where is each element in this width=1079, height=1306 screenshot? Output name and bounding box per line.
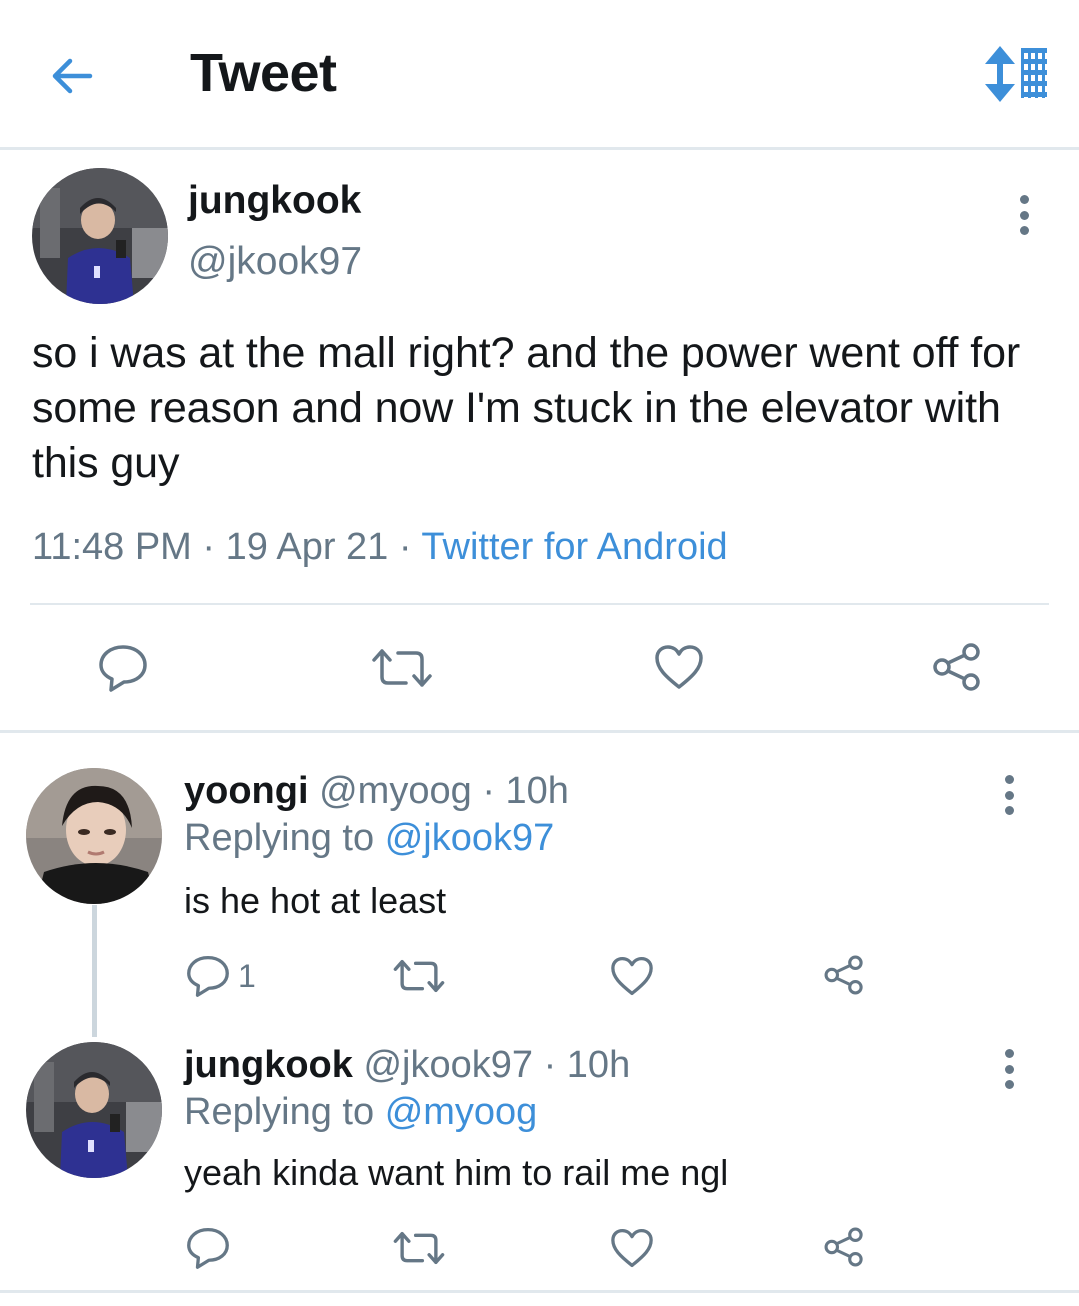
replying-label: Replying to xyxy=(184,1091,375,1133)
reply-icon xyxy=(187,1227,229,1269)
reply-button[interactable] xyxy=(186,1227,230,1269)
meta-separator: · xyxy=(482,770,495,812)
back-button[interactable] xyxy=(40,44,104,108)
like-button[interactable] xyxy=(610,956,654,996)
share-icon xyxy=(933,643,980,691)
avatar-photo xyxy=(26,1042,162,1178)
reply-header: jungkook @jkook97 · 10h xyxy=(184,1044,630,1087)
like-icon xyxy=(611,956,653,996)
more-options-button[interactable] xyxy=(1010,193,1038,237)
replying-to: Replying to @jkook97 xyxy=(184,817,554,860)
more-options-button[interactable] xyxy=(995,773,1023,817)
share-button[interactable] xyxy=(822,954,866,996)
tweet-source-link[interactable]: Twitter for Android xyxy=(421,526,727,568)
reply-author-name[interactable]: yoongi xyxy=(184,770,309,812)
reply-button[interactable]: 1 xyxy=(186,955,256,997)
reply-icon xyxy=(99,645,147,692)
avatar-photo xyxy=(26,768,162,904)
page-title: Tweet xyxy=(190,43,337,103)
sort-icon xyxy=(985,46,1047,102)
dot xyxy=(1004,1064,1014,1074)
sort-button[interactable] xyxy=(980,42,1052,108)
tweet-time: 11:48 PM xyxy=(32,526,192,568)
reply-text: yeah kinda want him to rail me ngl xyxy=(184,1152,729,1193)
share-icon xyxy=(824,955,863,995)
avatar[interactable] xyxy=(26,768,162,904)
reply-author-name[interactable]: jungkook xyxy=(184,1044,353,1086)
replying-label: Replying to xyxy=(184,817,375,859)
retweet-icon xyxy=(372,649,432,687)
meta-separator: · xyxy=(398,526,412,568)
reply-count: 1 xyxy=(238,957,256,994)
retweet-icon xyxy=(393,1231,445,1265)
replying-to: Replying to @myoog xyxy=(184,1091,537,1134)
reply-icon xyxy=(187,955,229,997)
reply-author-handle[interactable]: @myoog xyxy=(319,770,472,812)
dot xyxy=(1004,806,1014,815)
arrow-left-icon xyxy=(52,58,93,94)
header-divider xyxy=(0,147,1079,150)
avatar[interactable] xyxy=(26,1042,162,1178)
more-options-button[interactable] xyxy=(995,1047,1023,1091)
divider xyxy=(0,730,1079,733)
dot xyxy=(1004,1049,1014,1058)
like-icon xyxy=(611,1228,653,1268)
author-name[interactable]: jungkook xyxy=(188,179,361,223)
mention-link[interactable]: @myoog xyxy=(385,1091,538,1133)
author-handle[interactable]: @jkook97 xyxy=(188,240,362,284)
tweet-text: so i was at the mall right? and the powe… xyxy=(32,329,1021,487)
reply-age: 10h xyxy=(505,770,569,812)
like-button[interactable] xyxy=(610,1228,654,1268)
share-button[interactable] xyxy=(822,1226,866,1268)
reply-text: is he hot at least xyxy=(184,880,447,921)
reply-button[interactable] xyxy=(98,644,148,692)
like-button[interactable] xyxy=(654,644,704,690)
reply-header: yoongi @myoog · 10h xyxy=(184,770,569,813)
avatar-photo xyxy=(32,168,168,304)
dot xyxy=(1019,226,1029,235)
like-icon xyxy=(655,645,703,689)
avatar[interactable] xyxy=(32,168,168,304)
meta-separator: · xyxy=(543,1044,557,1086)
retweet-icon xyxy=(393,959,445,993)
share-button[interactable] xyxy=(930,642,984,692)
retweet-button[interactable] xyxy=(370,647,434,689)
thread-line xyxy=(92,905,97,1037)
reply-age: 10h xyxy=(566,1044,631,1086)
divider xyxy=(30,603,1049,605)
retweet-button[interactable] xyxy=(392,1230,446,1266)
dot xyxy=(1019,195,1029,204)
dot xyxy=(1019,210,1029,220)
dot xyxy=(1004,790,1014,800)
dot xyxy=(1004,775,1014,784)
retweet-button[interactable] xyxy=(392,958,446,994)
reply-author-handle[interactable]: @jkook97 xyxy=(363,1044,533,1086)
dot xyxy=(1004,1080,1014,1089)
tweet-date: 19 Apr 21 xyxy=(225,526,389,568)
top-bar: Tweet xyxy=(0,0,1079,147)
share-icon xyxy=(824,1227,863,1267)
tweet-meta: 11:48 PM · 19 Apr 21 · Twitter for Andro… xyxy=(32,526,728,569)
mention-link[interactable]: @jkook97 xyxy=(385,817,555,859)
divider xyxy=(0,1290,1079,1293)
meta-separator: · xyxy=(202,526,216,568)
